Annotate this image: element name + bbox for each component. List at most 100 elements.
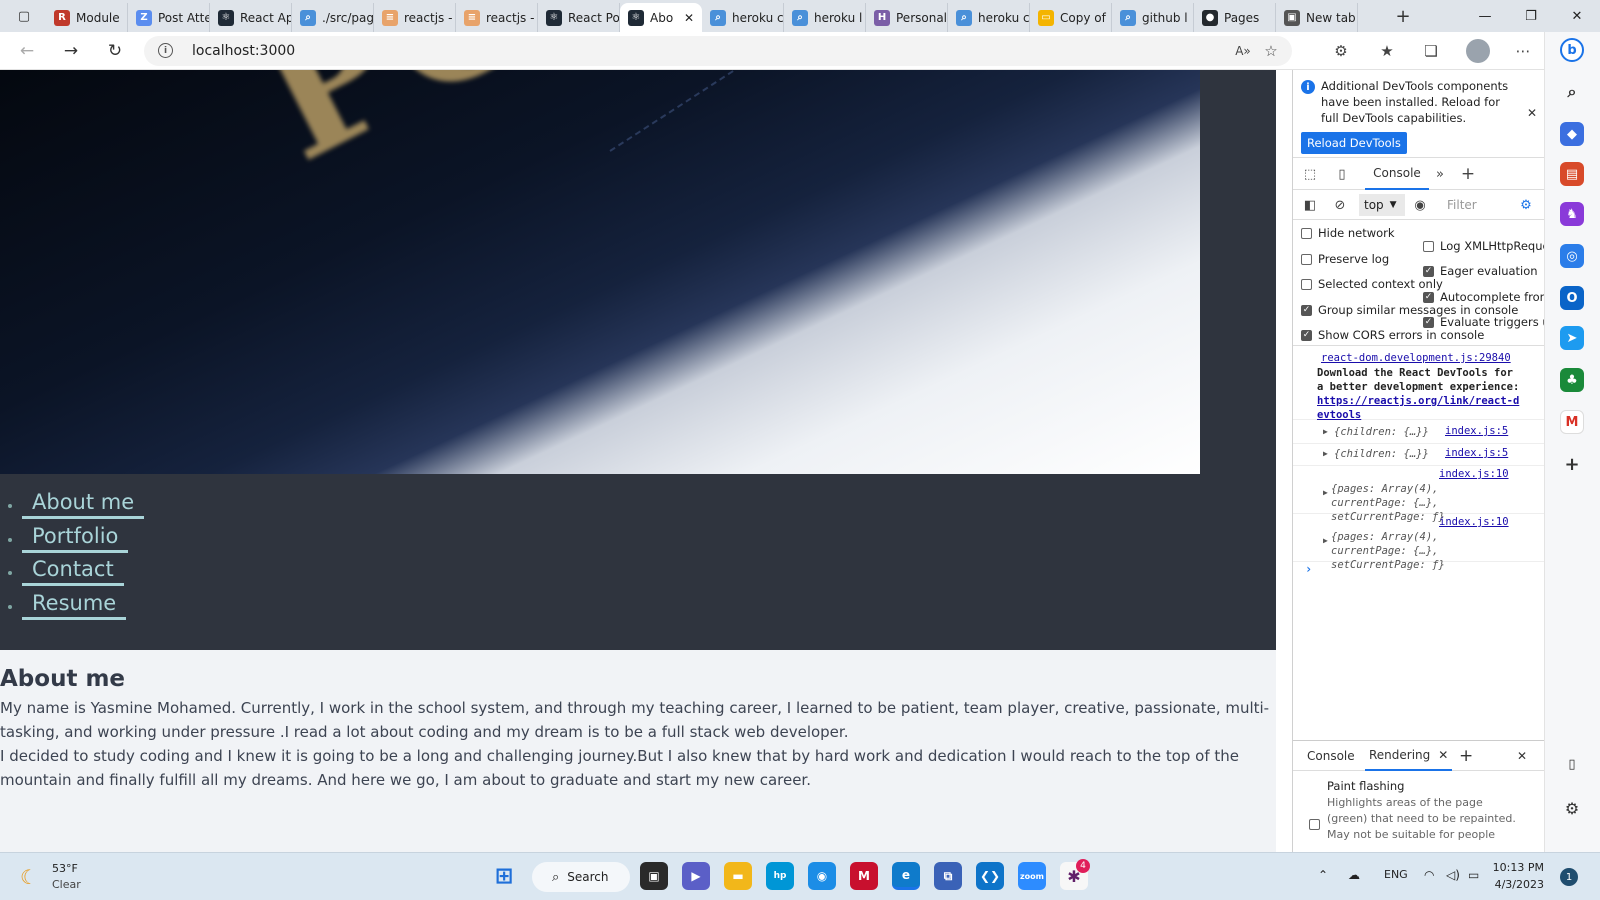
console-filter-input[interactable]: Filter (1441, 194, 1505, 216)
games-icon[interactable]: ♞ (1560, 202, 1584, 226)
browser-tab[interactable]: ≡ reactjs - (456, 3, 538, 32)
log-source-link[interactable]: index.js:10 (1439, 468, 1509, 480)
checkbox[interactable] (1423, 240, 1434, 252)
wifi-icon[interactable]: ◠ (1424, 868, 1434, 882)
browser-tab[interactable]: ⌕ github l (1112, 3, 1194, 32)
drawer-tab-console[interactable]: Console (1307, 741, 1355, 771)
tab-console[interactable]: Console (1365, 158, 1429, 190)
console-settings-gear-icon[interactable]: ⚙ (1517, 197, 1535, 213)
sidebar-toggle-icon[interactable]: ◧ (1301, 197, 1319, 213)
context-selector[interactable]: top ▼ (1359, 194, 1405, 216)
restore-button[interactable]: ❐ (1508, 0, 1554, 32)
zoom-app-icon[interactable]: zoom (1018, 862, 1046, 890)
close-drawer-icon[interactable]: ✕ (1517, 741, 1527, 771)
clock-date[interactable]: 4/3/2023 (1488, 878, 1544, 891)
browser-tab[interactable]: ⌕ heroku c (702, 3, 784, 32)
checkbox-checked[interactable]: ✓ (1423, 265, 1434, 277)
option-evaluate-triggers[interactable]: ✓Evaluate triggers user activation (1423, 315, 1544, 329)
volume-icon[interactable]: ◁) (1446, 868, 1460, 882)
address-bar[interactable]: i localhost:3000 A» ☆ (144, 36, 1292, 66)
log-object[interactable]: {children: {…}} (1334, 425, 1429, 439)
drawer-tab-rendering[interactable]: Rendering ✕ (1365, 741, 1453, 771)
expand-triangle-icon[interactable]: ▶ (1323, 536, 1328, 545)
option-log-xhr[interactable]: Log XMLHttpRequests (1423, 239, 1544, 253)
option-selected-context[interactable]: Selected context only (1301, 277, 1443, 291)
minimize-button[interactable]: — (1462, 0, 1508, 32)
notification-badge[interactable]: 1 (1560, 868, 1578, 886)
close-tab-icon[interactable]: ✕ (680, 11, 698, 25)
checkbox[interactable] (1301, 278, 1312, 290)
clear-console-icon[interactable]: ⊘ (1331, 197, 1349, 213)
log-source-link[interactable]: index.js:5 (1445, 425, 1508, 437)
battery-icon[interactable]: ▭ (1468, 868, 1479, 882)
browser-tab[interactable]: H Personal (866, 3, 948, 32)
browser-tab[interactable]: ⚛ Abo ✕ (620, 3, 702, 32)
teams-icon[interactable]: ▶ (682, 862, 710, 890)
favorites-icon[interactable]: ★ (1376, 40, 1398, 62)
more-menu-icon[interactable]: ⋯ (1512, 40, 1534, 62)
tools-icon[interactable]: ▤ (1560, 162, 1584, 186)
browser-tab[interactable]: ⌕ heroku c (948, 3, 1030, 32)
file-explorer-icon[interactable]: ▬ (724, 862, 752, 890)
chevron-up-icon[interactable]: ⌃ (1318, 868, 1328, 882)
weather-temperature[interactable]: 53°F (52, 862, 78, 875)
bing-chat-icon[interactable]: b (1560, 38, 1584, 62)
browser-tab[interactable]: ≡ reactjs - (374, 3, 456, 32)
nav-link-resume[interactable]: Resume (22, 589, 127, 620)
browser-tab[interactable]: ⌕ heroku l (784, 3, 866, 32)
checkbox[interactable] (1301, 253, 1312, 265)
browser-tab[interactable]: Z Post Atte (128, 3, 210, 32)
log-source-link[interactable]: react-dom.development.js:29840 (1321, 352, 1511, 364)
browser-tab[interactable]: ▭ Copy of (1030, 3, 1112, 32)
forward-button[interactable]: → (56, 38, 86, 64)
close-icon[interactable]: ✕ (1438, 748, 1448, 762)
log-object[interactable]: {children: {…}} (1334, 447, 1429, 461)
browser-tab[interactable]: ⚛ React Po (538, 3, 620, 32)
tree-icon[interactable]: ♣ (1560, 368, 1584, 392)
paint-flashing-checkbox[interactable] (1309, 819, 1320, 830)
clock-time[interactable]: 10:13 PM (1488, 861, 1544, 874)
console-prompt-chevron-icon[interactable]: › (1305, 562, 1312, 576)
site-info-icon[interactable]: i (158, 43, 173, 58)
option-cors-errors[interactable]: ✓ Show CORS errors in console (1301, 328, 1484, 342)
refresh-button[interactable]: ↻ (100, 38, 130, 64)
windows-start-icon[interactable]: ⊞ (490, 862, 518, 890)
live-expression-icon[interactable]: ◉ (1411, 197, 1429, 213)
moon-icon[interactable]: ☾ (20, 865, 38, 889)
close-window-button[interactable]: ✕ (1554, 0, 1600, 32)
add-favorite-icon[interactable]: ☆ (1260, 40, 1282, 62)
vscode-icon[interactable]: ❮❯ (976, 862, 1004, 890)
more-tabs-icon[interactable]: » (1431, 166, 1449, 182)
sidebar-settings-icon[interactable]: ⚙ (1560, 796, 1584, 820)
url-text[interactable]: localhost:3000 (192, 43, 295, 59)
checkbox-checked[interactable]: ✓ (1423, 291, 1434, 303)
taskbar-search[interactable]: ⌕ Search (532, 862, 630, 892)
collections-icon[interactable]: ❏ (1420, 40, 1442, 62)
inspect-element-icon[interactable]: ⬚ (1301, 166, 1319, 182)
checkbox-checked[interactable]: ✓ (1301, 304, 1312, 316)
sidebar-layout-icon[interactable]: ▯ (1560, 752, 1584, 776)
expand-triangle-icon[interactable]: ▶ (1323, 488, 1328, 497)
nav-link-portfolio[interactable]: Portfolio (22, 522, 129, 553)
read-aloud-icon[interactable]: A» (1232, 40, 1254, 62)
browser-tab[interactable]: ● Pages (1194, 3, 1276, 32)
onedrive-cloud-icon[interactable]: ☁ (1348, 868, 1360, 882)
checkbox-checked[interactable]: ✓ (1301, 329, 1312, 341)
new-tab-button[interactable]: + (1388, 0, 1418, 32)
react-devtools-link[interactable]: https://reactjs.org/link/react-devtools (1317, 395, 1519, 421)
edge-browser-icon[interactable]: e (892, 862, 920, 890)
nav-link-about[interactable]: About me (22, 488, 145, 519)
option-hide-network[interactable]: Hide network (1301, 226, 1395, 240)
store-icon[interactable]: ⧉ (934, 862, 962, 890)
browser-tab[interactable]: ⚛ React Ap (210, 3, 292, 32)
log-source-link[interactable]: index.js:5 (1445, 447, 1508, 459)
extensions-icon[interactable]: ⚙ (1330, 40, 1352, 62)
log-source-link[interactable]: index.js:10 (1439, 516, 1509, 528)
tab-actions-icon[interactable]: ▢ (4, 0, 44, 32)
close-icon[interactable]: ✕ (1527, 106, 1537, 120)
device-toolbar-icon[interactable]: ▯ (1333, 166, 1351, 182)
option-preserve-log[interactable]: Preserve log (1301, 252, 1389, 266)
option-autocomplete[interactable]: ✓Autocomplete from history (1423, 290, 1544, 304)
nav-link-contact[interactable]: Contact (22, 555, 124, 586)
option-eager-eval[interactable]: ✓ Eager evaluation (1423, 264, 1538, 278)
